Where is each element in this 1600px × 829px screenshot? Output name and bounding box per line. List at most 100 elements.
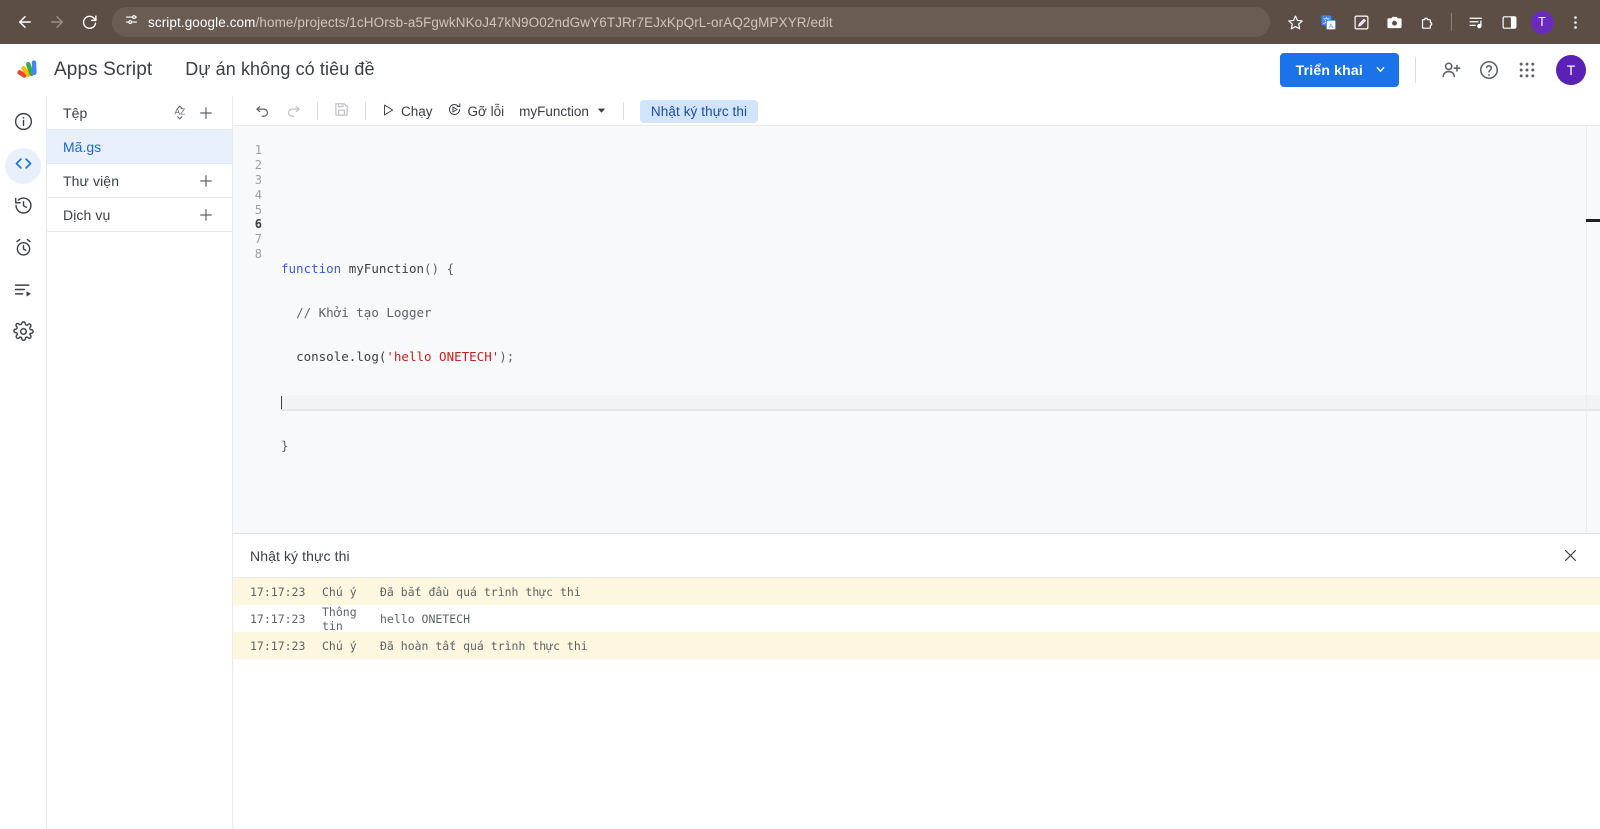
- undo-button[interactable]: [247, 98, 278, 124]
- close-icon[interactable]: [1556, 542, 1584, 570]
- redo-icon: [285, 101, 302, 121]
- line-number: 3: [254, 172, 262, 187]
- line-number: 4: [254, 187, 262, 202]
- scrollbar-position-marker: [1586, 219, 1600, 223]
- file-item-code-gs[interactable]: Mã.gs: [47, 130, 232, 164]
- info-circle-icon: [13, 111, 34, 137]
- libraries-section-header: Thư viện: [47, 164, 232, 198]
- reload-icon[interactable]: [74, 7, 104, 37]
- deploy-label: Triển khai: [1295, 61, 1363, 78]
- page-title[interactable]: Dự án không có tiêu đề: [185, 59, 374, 80]
- sidebar-item-overview[interactable]: [5, 106, 41, 142]
- code-content[interactable]: function myFunction() { // Khởi tạo Logg…: [273, 126, 1600, 533]
- debug-icon: [447, 102, 462, 120]
- console-log-call: console.log(: [296, 349, 387, 365]
- nav-rail: [0, 96, 47, 829]
- add-library-button[interactable]: [193, 168, 219, 194]
- sidebar-item-history[interactable]: [5, 190, 41, 226]
- services-section-label: Dịch vụ: [63, 206, 111, 223]
- note-edit-icon[interactable]: [1346, 7, 1376, 37]
- run-button[interactable]: Chạy: [374, 98, 440, 124]
- svg-text:AZ: AZ: [174, 107, 185, 117]
- execution-log-tab[interactable]: Nhật ký thực thi: [639, 99, 759, 123]
- editor-column: Chạy Gỡ lỗi myFunction Nhật ký thực thi …: [233, 96, 1600, 829]
- toolbar-divider-3: [622, 102, 624, 121]
- screenshot-camera-icon[interactable]: [1379, 7, 1409, 37]
- app-header: Apps Script Dự án không có tiêu đề Triển…: [0, 44, 1600, 96]
- apps-grid-icon[interactable]: [1508, 51, 1546, 89]
- debug-button[interactable]: Gỡ lỗi: [440, 98, 512, 124]
- line-number-gutter: 1 2 3 4 5 6 7 8: [233, 126, 273, 533]
- url-text: script.google.com/home/projects/1cHOrsb-…: [148, 15, 833, 30]
- deploy-button[interactable]: Triển khai: [1279, 52, 1399, 87]
- execution-log-rows: 17:17:23 Chú ý Đã bắt đầu quá trình thực…: [233, 578, 1600, 829]
- line-number: 5: [254, 202, 262, 217]
- function-identifier: myFunction: [341, 260, 425, 276]
- save-button: [326, 98, 357, 124]
- back-icon[interactable]: [10, 7, 40, 37]
- browser-profile-initial: T: [1530, 10, 1554, 34]
- editor-scrollbar[interactable]: [1586, 126, 1600, 533]
- app-body: Tệp AZ Mã.gs Thư viện Dịch vụ Chạy Gỡ lỗ…: [0, 96, 1600, 829]
- string-literal: 'hello ONETECH': [386, 349, 500, 365]
- side-panel-icon[interactable]: [1494, 7, 1524, 37]
- sidebar-item-executions[interactable]: [5, 274, 41, 310]
- extensions-puzzle-icon[interactable]: [1412, 7, 1442, 37]
- log-message: Đã hoàn tất quá trình thực thi: [380, 638, 588, 653]
- site-settings-icon[interactable]: [124, 12, 139, 32]
- browser-toolbar: script.google.com/home/projects/1cHOrsb-…: [0, 0, 1600, 44]
- header-divider: [1415, 56, 1416, 83]
- sort-az-icon[interactable]: AZ: [167, 100, 193, 126]
- avatar[interactable]: T: [1556, 54, 1586, 85]
- add-service-button[interactable]: [193, 202, 219, 228]
- toolbar-divider-1: [317, 102, 318, 121]
- address-bar[interactable]: script.google.com/home/projects/1cHOrsb-…: [112, 7, 1270, 37]
- chevron-down-icon: [596, 104, 607, 119]
- play-icon: [381, 103, 395, 120]
- bookmark-star-icon[interactable]: [1280, 7, 1310, 37]
- log-severity: Thông tin: [322, 604, 357, 633]
- brand-logo-link[interactable]: Apps Script: [16, 54, 152, 86]
- function-selector[interactable]: myFunction: [511, 98, 615, 124]
- code-comment: // Khởi tạo Logger: [296, 305, 432, 321]
- toolbar-divider: [1451, 13, 1452, 31]
- sidebar-item-triggers[interactable]: [5, 232, 41, 268]
- sidebar-item-editor[interactable]: [5, 148, 41, 184]
- log-time: 17:17:23: [250, 584, 306, 599]
- list-play-icon: [13, 279, 34, 305]
- apps-script-logo: [16, 54, 43, 86]
- brand-name: Apps Script: [54, 58, 153, 80]
- person-add-icon[interactable]: [1432, 51, 1470, 89]
- log-row: 17:17:23 Chú ý Đã hoàn tất quá trình thự…: [233, 632, 1600, 659]
- code-line-3: function myFunction() {: [281, 260, 1600, 277]
- log-severity: Chú ý: [322, 638, 357, 653]
- code-editor[interactable]: 1 2 3 4 5 6 7 8 function myFunction() { …: [233, 126, 1600, 533]
- log-time: 17:17:23: [250, 611, 306, 626]
- sidebar-item-settings[interactable]: [5, 316, 41, 352]
- add-file-button[interactable]: [193, 100, 219, 126]
- google-translate-icon[interactable]: 文A: [1313, 7, 1343, 37]
- run-label: Chạy: [401, 103, 433, 119]
- line-number-active: 6: [254, 217, 262, 232]
- files-section-label: Tệp: [63, 104, 88, 121]
- save-disk-icon: [333, 101, 350, 121]
- files-panel: Tệp AZ Mã.gs Thư viện Dịch vụ: [47, 96, 233, 829]
- undo-icon: [254, 101, 271, 121]
- code-line-5: console.log('hello ONETECH');: [281, 350, 1600, 365]
- file-item-label: Mã.gs: [63, 138, 102, 155]
- reading-list-icon[interactable]: [1461, 7, 1491, 37]
- log-message: hello ONETECH: [380, 611, 471, 626]
- browser-profile-avatar[interactable]: T: [1527, 7, 1557, 37]
- gear-icon: [12, 321, 34, 347]
- help-circle-icon[interactable]: [1470, 51, 1508, 89]
- forward-icon: [42, 7, 72, 37]
- log-row: 17:17:23 Thông tin hello ONETECH: [233, 604, 1600, 633]
- call-close: );: [499, 349, 515, 365]
- three-dot-menu-icon[interactable]: [1560, 7, 1590, 37]
- editor-toolbar: Chạy Gỡ lỗi myFunction Nhật ký thực thi: [233, 97, 1600, 127]
- browser-action-icons: 文A T: [1280, 7, 1590, 37]
- execution-log-title: Nhật ký thực thi: [250, 547, 350, 564]
- libraries-section-label: Thư viện: [63, 172, 120, 189]
